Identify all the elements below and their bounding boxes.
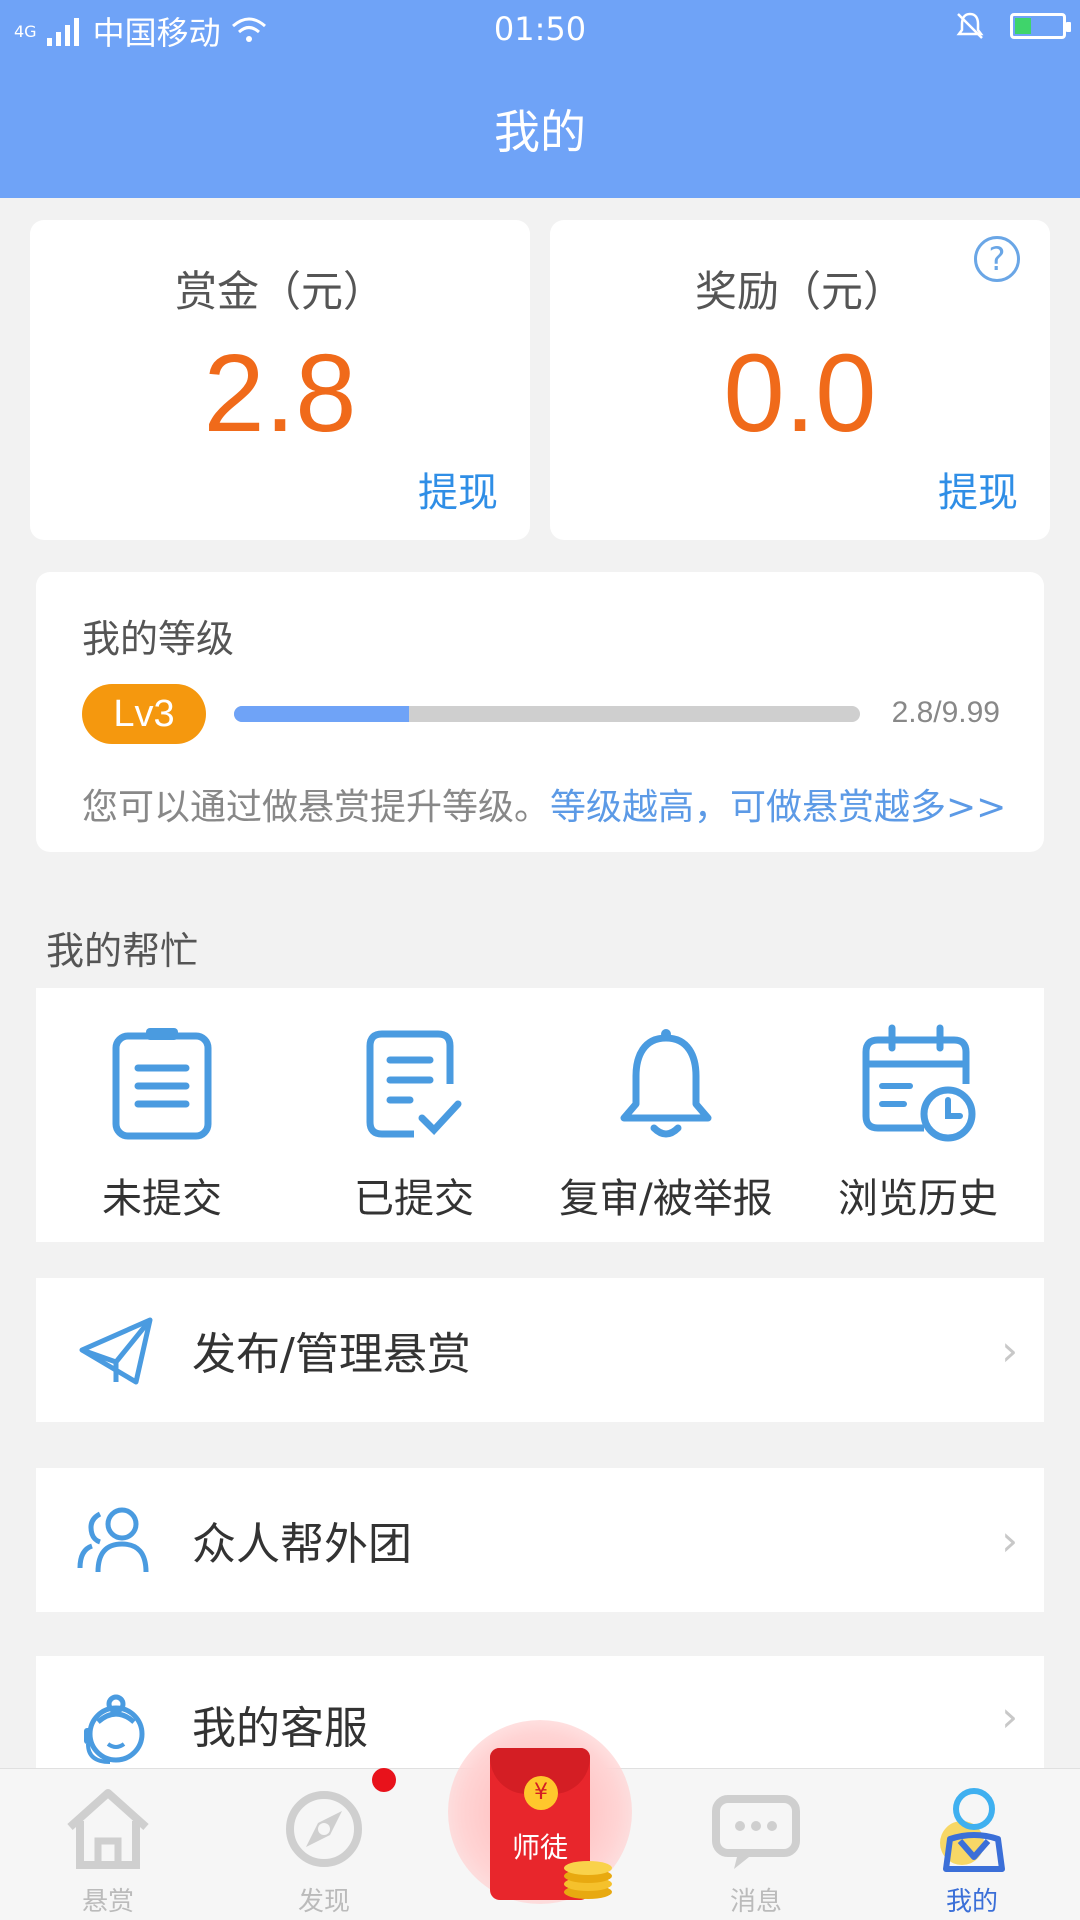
users-icon <box>77 1507 149 1573</box>
title-bar: 我的 <box>0 60 1080 198</box>
tab-label: 悬赏 <box>81 1887 134 1917</box>
reward-label: 奖励（元） <box>694 267 905 316</box>
calendar-clock-icon <box>862 1024 976 1142</box>
help-item-label: 浏览历史 <box>838 1176 998 1222</box>
help-item-label: 复审/被举报 <box>559 1176 773 1222</box>
profile-icon <box>940 1788 1005 1872</box>
mute-bell-icon <box>956 12 984 39</box>
level-title: 我的等级 <box>82 617 235 661</box>
bounty-value: 2.8 <box>203 332 357 455</box>
level-hint-link[interactable]: 等级越高，可做悬赏越多>> <box>550 787 1006 828</box>
battery-icon <box>1010 13 1071 39</box>
tab-label: 我的 <box>945 1887 998 1917</box>
menu-label: 众人帮外团 <box>192 1519 412 1570</box>
bounty-label: 赏金（元） <box>174 267 385 316</box>
reward-value: 0.0 <box>723 332 877 455</box>
help-item-history[interactable]: 浏览历史 <box>792 988 1044 1242</box>
page-title: 我的 <box>494 105 586 159</box>
status-right <box>954 10 1071 42</box>
chevron-right-icon: › <box>1001 1692 1018 1741</box>
level-badge: Lv3 <box>82 684 206 744</box>
bell-icon <box>620 1029 712 1138</box>
help-item-unsubmitted[interactable]: 未提交 <box>36 988 288 1242</box>
customer-service-icon <box>84 1694 145 1764</box>
level-hint: 您可以通过做悬赏提升等级。等级越高，可做悬赏越多>> <box>82 778 1006 830</box>
chat-icon <box>712 1795 800 1869</box>
level-card: 我的等级 Lv3 2.8/9.99 您可以通过做悬赏提升等级。等级越高，可做悬赏… <box>36 572 1044 852</box>
status-time: 01:50 <box>493 10 587 48</box>
help-item-submitted[interactable]: 已提交 <box>288 988 540 1242</box>
help-grid: 未提交 已提交 复审/被举报 浏览历史 <box>36 988 1044 1242</box>
level-hint-text: 您可以通过做悬赏提升等级。 <box>82 787 551 828</box>
compass-icon <box>286 1791 362 1867</box>
tab-label: 发现 <box>297 1887 350 1917</box>
tab-bounty[interactable]: 悬赏 <box>0 1769 216 1920</box>
help-item-label: 已提交 <box>354 1176 474 1222</box>
reward-card: ? 奖励（元） 0.0 提现 <box>550 220 1050 540</box>
tab-mine[interactable]: 我的 <box>864 1769 1080 1920</box>
level-progress-bar <box>234 706 860 722</box>
menu-team[interactable]: 众人帮外团 › <box>36 1468 1044 1612</box>
home-icon <box>67 1789 149 1869</box>
help-section-title: 我的帮忙 <box>46 929 199 973</box>
clipboard-icon <box>112 1028 212 1140</box>
tab-discover[interactable]: 发现 <box>216 1769 432 1920</box>
menu-label: 发布/管理悬赏 <box>192 1329 471 1380</box>
tab-messages[interactable]: 消息 <box>648 1769 864 1920</box>
reward-withdraw-button[interactable]: 提现 <box>938 460 1018 518</box>
chevron-right-icon: › <box>1001 1325 1018 1375</box>
bounty-withdraw-button[interactable]: 提现 <box>418 460 498 518</box>
help-item-review[interactable]: 复审/被举报 <box>540 988 792 1242</box>
menu-publish-manage[interactable]: 发布/管理悬赏 › <box>36 1278 1044 1422</box>
yuan-coin-icon: ¥ <box>524 1776 558 1810</box>
discover-notification-dot <box>372 1768 396 1792</box>
tab-label: 消息 <box>729 1887 782 1917</box>
bounty-card: 赏金（元） 2.8 提现 <box>30 220 530 540</box>
level-progress-fill <box>234 706 410 722</box>
help-item-label: 未提交 <box>102 1176 222 1222</box>
coin-stack-icon <box>564 1861 612 1899</box>
chevron-right-icon: › <box>1001 1515 1018 1565</box>
paper-plane-icon <box>79 1317 153 1385</box>
status-bar: 4G 中国移动 01:50 <box>0 0 1080 60</box>
checked-document-icon <box>366 1030 462 1138</box>
level-progress-text: 2.8/9.99 <box>891 696 1000 729</box>
